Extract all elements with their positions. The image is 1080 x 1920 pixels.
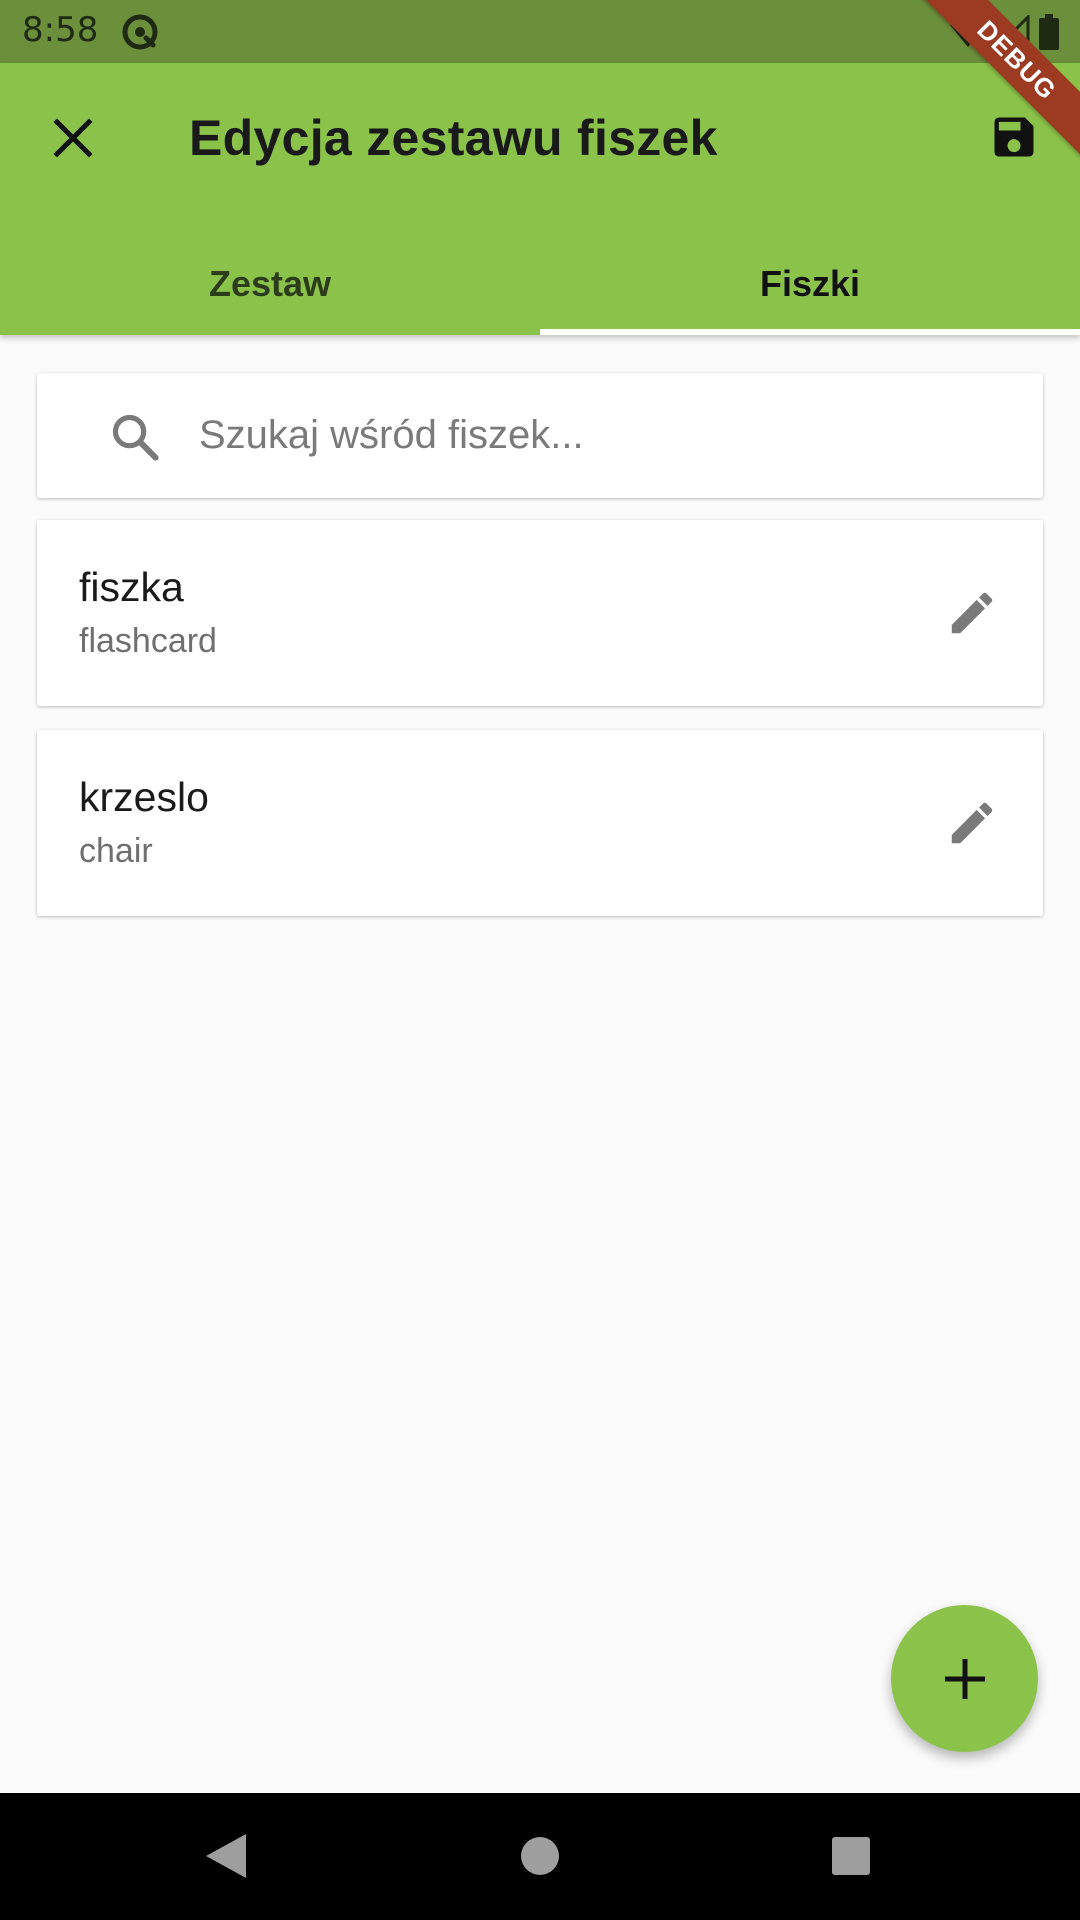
home-button[interactable] bbox=[507, 1823, 573, 1889]
recents-button[interactable] bbox=[818, 1823, 884, 1889]
tab-indicator bbox=[540, 329, 1080, 335]
status-bar: 8:58 bbox=[0, 0, 1080, 63]
system-nav-bar bbox=[0, 1793, 1080, 1920]
tab-label: Zestaw bbox=[208, 263, 332, 304]
close-icon bbox=[53, 118, 93, 158]
flashcard-front: fiszka bbox=[79, 564, 184, 610]
back-button[interactable] bbox=[192, 1823, 258, 1889]
tab-bar: Zestaw Fiszki bbox=[0, 233, 1080, 335]
flashcard-back: chair bbox=[79, 832, 153, 870]
edit-button[interactable] bbox=[941, 792, 1003, 854]
flashcard-front: krzeslo bbox=[79, 774, 209, 820]
flashcard-back: flashcard bbox=[79, 622, 217, 660]
back-triangle-icon bbox=[206, 1834, 246, 1878]
status-time: 8:58 bbox=[22, 10, 99, 50]
add-flashcard-button[interactable] bbox=[891, 1605, 1038, 1752]
close-button[interactable] bbox=[38, 103, 108, 173]
recents-square-icon bbox=[832, 1837, 870, 1875]
pencil-icon bbox=[951, 592, 993, 634]
flashcard-item[interactable]: krzeslo chair bbox=[37, 730, 1043, 916]
app-bar: Edycja zestawu fiszek Zestaw Fiszki bbox=[0, 63, 1080, 335]
tab-label: Fiszki bbox=[759, 263, 861, 304]
battery-icon bbox=[1039, 14, 1059, 50]
flashcard-item[interactable]: fiszka flashcard bbox=[37, 520, 1043, 706]
plus-icon bbox=[944, 1658, 985, 1699]
home-circle-icon bbox=[521, 1837, 559, 1875]
search-icon bbox=[112, 414, 159, 461]
tab-fiszki[interactable]: Fiszki bbox=[540, 233, 1080, 335]
edit-button[interactable] bbox=[941, 582, 1003, 644]
search-card bbox=[37, 373, 1043, 498]
tab-zestaw[interactable]: Zestaw bbox=[0, 233, 540, 335]
save-icon bbox=[994, 117, 1034, 157]
app-notification-icon bbox=[122, 14, 158, 50]
page-title: Edycja zestawu fiszek bbox=[189, 110, 718, 166]
search-input[interactable] bbox=[199, 403, 999, 467]
pencil-icon bbox=[951, 802, 993, 844]
